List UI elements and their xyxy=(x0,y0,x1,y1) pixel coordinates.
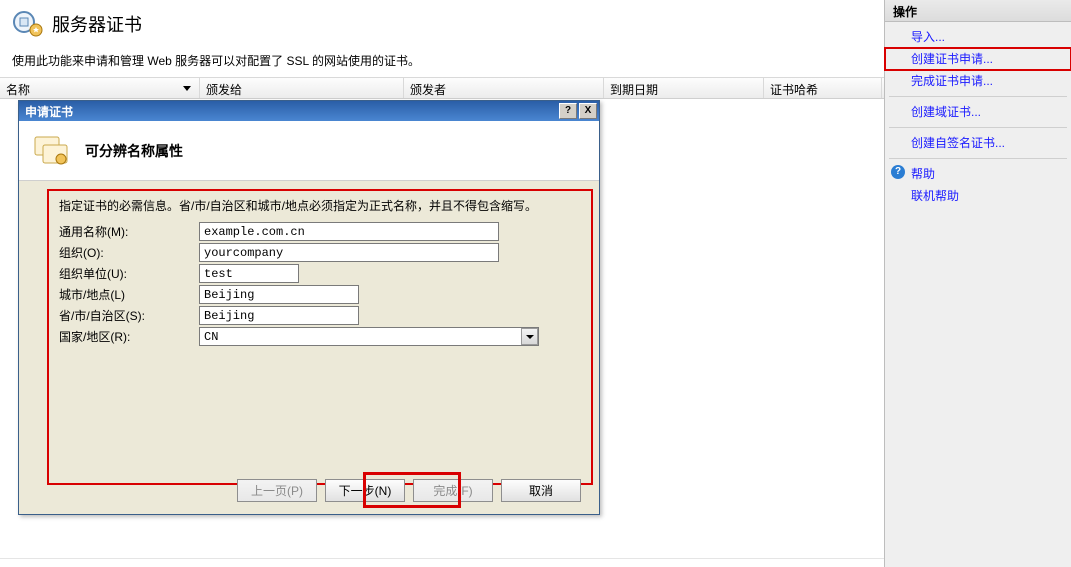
grid-col-issuer[interactable]: 颁发者 xyxy=(404,78,604,98)
label-cn: 通用名称(M): xyxy=(59,223,199,240)
label-country: 国家/地区(R): xyxy=(59,328,199,345)
actions-pane-title: 操作 xyxy=(885,0,1071,22)
actions-separator xyxy=(889,96,1067,97)
input-org[interactable] xyxy=(199,243,499,262)
actions-separator xyxy=(889,127,1067,128)
cancel-button[interactable]: 取消 xyxy=(501,479,581,502)
grid-col-issuedto[interactable]: 颁发给 xyxy=(200,78,404,98)
grid-col-expiry[interactable]: 到期日期 xyxy=(604,78,764,98)
dn-header-icon xyxy=(33,133,75,169)
input-country[interactable] xyxy=(199,327,539,346)
page-title: 服务器证书 xyxy=(52,11,142,37)
action-help-label: 帮助 xyxy=(911,167,935,181)
certificate-page-icon xyxy=(12,8,44,40)
action-import[interactable]: 导入... xyxy=(885,26,1071,48)
label-city: 城市/地点(L) xyxy=(59,286,199,303)
label-ou: 组织单位(U): xyxy=(59,265,199,282)
page-subtitle: 使用此功能来申请和管理 Web 服务器可以对配置了 SSL 的网站使用的证书。 xyxy=(0,48,884,77)
grid-header: 名称 颁发给 颁发者 到期日期 证书哈希 xyxy=(0,77,884,99)
dialog-help-button[interactable]: ? xyxy=(559,103,577,119)
dialog-title: 申请证书 xyxy=(25,103,557,120)
grid-col-hash[interactable]: 证书哈希 xyxy=(764,78,882,98)
help-icon: ? xyxy=(891,165,905,179)
input-ou[interactable] xyxy=(199,264,299,283)
next-button[interactable]: 下一步(N) xyxy=(325,479,405,502)
grid-col-name[interactable]: 名称 xyxy=(0,78,200,98)
label-state: 省/市/自治区(S): xyxy=(59,307,199,324)
dialog-header-text: 可分辨名称属性 xyxy=(85,141,183,161)
action-online-help[interactable]: 联机帮助 xyxy=(885,185,1071,207)
action-create-domain-cert[interactable]: 创建域证书... xyxy=(885,101,1071,123)
dialog-close-button[interactable]: X xyxy=(579,103,597,119)
finish-button: 完成(F) xyxy=(413,479,493,502)
country-dropdown-button[interactable] xyxy=(521,328,538,345)
input-cn[interactable] xyxy=(199,222,499,241)
input-city[interactable] xyxy=(199,285,359,304)
label-org: 组织(O): xyxy=(59,244,199,261)
chevron-down-icon xyxy=(526,333,534,341)
request-cert-dialog: 申请证书 ? X 可分辨名称属性 指定证书的必需信息。省/市/自治区和城市/地点… xyxy=(18,100,600,515)
input-state[interactable] xyxy=(199,306,359,325)
action-complete-request[interactable]: 完成证书申请... xyxy=(885,70,1071,92)
dialog-desc: 指定证书的必需信息。省/市/自治区和城市/地点必须指定为正式名称，并且不得包含缩… xyxy=(59,197,537,214)
back-button: 上一页(P) xyxy=(237,479,317,502)
action-create-request[interactable]: 创建证书申请... xyxy=(885,48,1071,70)
action-help[interactable]: ? 帮助 xyxy=(885,163,1071,185)
action-create-selfsigned[interactable]: 创建自签名证书... xyxy=(885,132,1071,154)
actions-separator xyxy=(889,158,1067,159)
